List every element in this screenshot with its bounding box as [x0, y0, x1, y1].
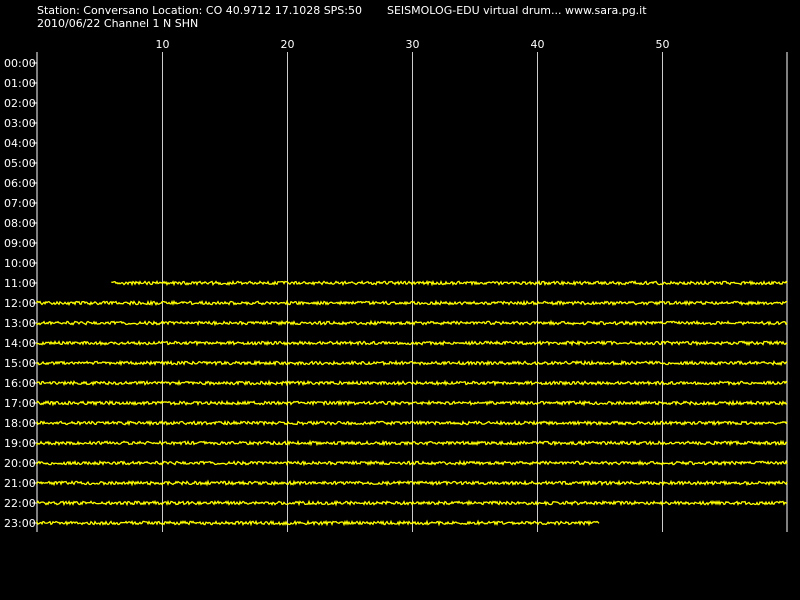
- hour-label-1800: 18:00: [4, 417, 36, 430]
- hour-label-2300: 23:00: [4, 517, 36, 530]
- hour-label-1400: 14:00: [4, 337, 36, 350]
- hour-label-1000: 10:00: [4, 257, 36, 270]
- hour-label-0800: 08:00: [4, 217, 36, 230]
- hour-label-2100: 21:00: [4, 477, 36, 490]
- hour-label-0200: 02:00: [4, 97, 36, 110]
- hour-label-0500: 05:00: [4, 157, 36, 170]
- hour-label-2200: 22:00: [4, 497, 36, 510]
- hour-labels: 00:00 01:00 02:00 03:00 04:00 05:00 06:00 07:00…: [4, 57, 36, 530]
- hour-label-0000: 00:00: [4, 57, 36, 70]
- hour-label-1100: 11:00: [4, 277, 36, 290]
- x-tick-label-30: 30: [406, 38, 420, 51]
- hour-label-0300: 03:00: [4, 117, 36, 130]
- hour-label-1700: 17:00: [4, 397, 36, 410]
- hour-label-0400: 04:00: [4, 137, 36, 150]
- hour-label-1900: 19:00: [4, 437, 36, 450]
- hour-label-1300: 13:00: [4, 317, 36, 330]
- hour-label-0600: 06:00: [4, 177, 36, 190]
- hour-label-1600: 16:00: [4, 377, 36, 390]
- x-tick-label-50: 50: [656, 38, 670, 51]
- x-tick-label-20: 20: [281, 38, 295, 51]
- x-tick-label-10: 10: [156, 38, 170, 51]
- hour-label-0900: 09:00: [4, 237, 36, 250]
- x-tick-label-40: 40: [531, 38, 545, 51]
- hour-label-0100: 01:00: [4, 77, 36, 90]
- grid-layer: [32, 52, 788, 532]
- seismogram-drum-chart: 10 20 30 40 50 00:00 01:00 02:00 03:00 04:00 05:0…: [4, 38, 788, 532]
- hour-label-0700: 07:00: [4, 197, 36, 210]
- hour-label-1200: 12:00: [4, 297, 36, 310]
- hour-label-2000: 20:00: [4, 457, 36, 470]
- trace-1100: [111, 279, 788, 287]
- trace-2300: [36, 519, 600, 527]
- hour-label-1500: 15:00: [4, 357, 36, 370]
- x-tick-labels: 10 20 30 40 50: [156, 38, 670, 51]
